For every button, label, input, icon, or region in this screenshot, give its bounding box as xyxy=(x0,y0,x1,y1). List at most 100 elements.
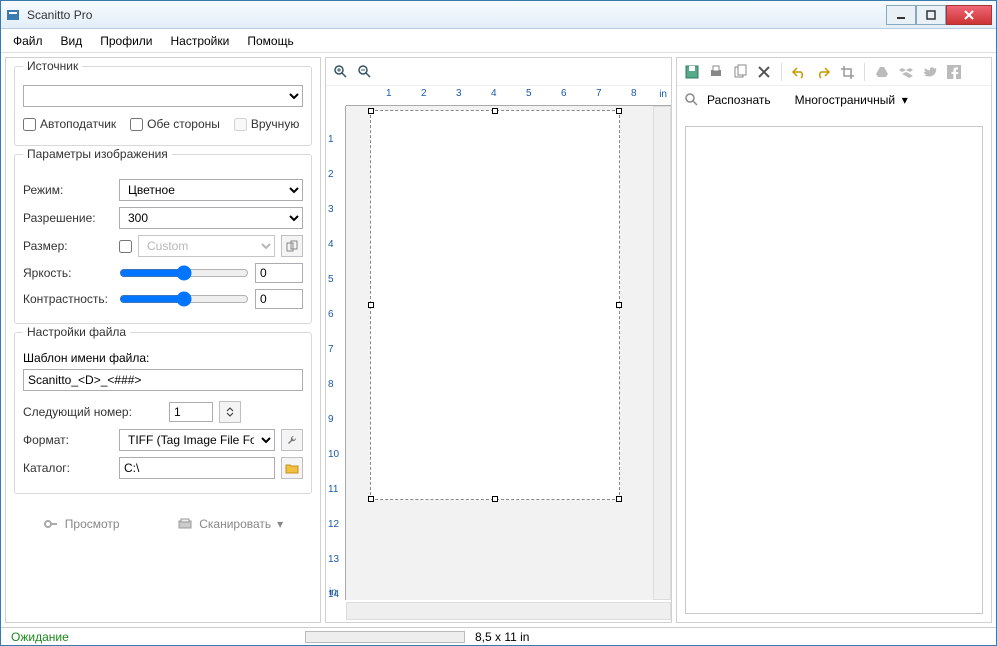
rotate-icon xyxy=(286,240,298,252)
print-icon xyxy=(708,64,724,80)
undo-icon xyxy=(791,65,807,79)
preview-toolbar xyxy=(326,58,671,86)
left-panel: Источник Автоподатчик Обе стороны Вручну… xyxy=(5,57,321,623)
menu-file[interactable]: Файл xyxy=(5,31,51,51)
gdrive-icon xyxy=(875,65,889,79)
zoom-out-button[interactable] xyxy=(356,63,374,81)
recognize-label[interactable]: Распознать xyxy=(707,93,771,107)
right-toolbar xyxy=(677,58,991,86)
format-select[interactable]: TIFF (Tag Image File Format) xyxy=(119,429,275,451)
format-settings-button[interactable] xyxy=(281,429,303,451)
status-bar: Ожидание 8,5 x 11 in xyxy=(1,627,996,646)
wrench-icon xyxy=(286,434,298,446)
image-group-title: Параметры изображения xyxy=(23,147,172,161)
zoom-in-button[interactable] xyxy=(332,63,350,81)
ruler-h-unit: in xyxy=(659,89,667,100)
resolution-label: Разрешение: xyxy=(23,211,113,225)
status-progress xyxy=(305,631,465,643)
zoom-in-icon xyxy=(333,64,349,80)
crop-icon xyxy=(840,65,854,79)
scanner-icon xyxy=(177,516,193,532)
twitter-icon xyxy=(923,65,937,79)
facebook-icon xyxy=(947,65,961,79)
brightness-slider[interactable] xyxy=(119,265,249,281)
mode-select[interactable]: Цветное xyxy=(119,179,303,201)
template-label: Шаблон имени файла: xyxy=(23,351,303,365)
app-icon xyxy=(5,7,21,23)
menu-settings[interactable]: Настройки xyxy=(163,31,238,51)
file-group: Настройки файла Шаблон имени файла: След… xyxy=(14,332,312,494)
scan-label: Сканировать xyxy=(199,517,271,531)
ruler-vertical: 1 2 3 4 5 6 7 8 9 10 11 12 13 14 in xyxy=(326,106,346,600)
preview-panel: 1 2 3 4 5 6 7 8 in 1 2 3 4 5 6 7 8 9 10 … xyxy=(325,57,672,623)
scan-button[interactable]: Сканировать ▾ xyxy=(167,512,293,536)
crop-button[interactable] xyxy=(838,63,856,81)
updown-icon xyxy=(224,406,236,418)
directory-label: Каталог: xyxy=(23,461,113,475)
title-bar: Scanitto Pro xyxy=(1,1,996,29)
window-title: Scanitto Pro xyxy=(27,8,92,22)
brightness-value[interactable] xyxy=(255,263,303,283)
maximize-button[interactable] xyxy=(916,5,946,25)
next-number-reset-button[interactable] xyxy=(219,401,241,423)
upload-twitter-button[interactable] xyxy=(921,63,939,81)
ruler-v-unit: in xyxy=(329,587,337,598)
save-icon xyxy=(684,64,700,80)
upload-gdrive-button[interactable] xyxy=(873,63,891,81)
directory-input[interactable] xyxy=(119,457,275,479)
print-button[interactable] xyxy=(707,63,725,81)
scrollbar-horizontal[interactable] xyxy=(346,602,671,620)
contrast-value[interactable] xyxy=(255,289,303,309)
copy-icon xyxy=(732,64,748,80)
duplex-checkbox[interactable] xyxy=(130,118,143,131)
directory-browse-button[interactable] xyxy=(281,457,303,479)
manual-checkbox xyxy=(234,118,247,131)
redo-button[interactable] xyxy=(814,63,832,81)
file-group-title: Настройки файла xyxy=(23,325,130,339)
minimize-button[interactable] xyxy=(886,5,916,25)
canvas[interactable] xyxy=(346,106,653,600)
delete-icon xyxy=(757,65,771,79)
multipage-dropdown[interactable]: Многостраничный ▾ xyxy=(795,93,908,107)
close-button[interactable] xyxy=(946,5,992,25)
preview-button[interactable]: Просмотр xyxy=(33,512,130,536)
brightness-label: Яркость: xyxy=(23,266,113,280)
source-select[interactable] xyxy=(23,85,303,107)
next-number-label: Следующий номер: xyxy=(23,405,163,419)
undo-button[interactable] xyxy=(790,63,808,81)
save-button[interactable] xyxy=(683,63,701,81)
copy-button[interactable] xyxy=(731,63,749,81)
size-label: Размер: xyxy=(23,239,113,253)
delete-button[interactable] xyxy=(755,63,773,81)
menu-profiles[interactable]: Профили xyxy=(92,31,160,51)
mode-label: Режим: xyxy=(23,183,113,197)
next-number-input[interactable] xyxy=(169,402,213,422)
duplex-label: Обе стороны xyxy=(147,117,220,131)
ocr-icon xyxy=(684,92,700,108)
adf-checkbox[interactable] xyxy=(23,118,36,131)
source-group-title: Источник xyxy=(23,59,82,73)
size-lock-checkbox[interactable] xyxy=(119,240,132,253)
key-icon xyxy=(43,516,59,532)
redo-icon xyxy=(815,65,831,79)
recognize-button[interactable] xyxy=(683,91,701,109)
scrollbar-vertical[interactable] xyxy=(653,106,671,600)
status-ready: Ожидание xyxy=(1,630,301,644)
menu-view[interactable]: Вид xyxy=(53,31,91,51)
upload-facebook-button[interactable] xyxy=(945,63,963,81)
contrast-slider[interactable] xyxy=(119,291,249,307)
resolution-select[interactable]: 300 xyxy=(119,207,303,229)
upload-dropbox-button[interactable] xyxy=(897,63,915,81)
right-panel: Распознать Многостраничный ▾ xyxy=(676,57,992,623)
folder-icon xyxy=(285,462,299,474)
preview-label: Просмотр xyxy=(65,517,120,531)
zoom-out-icon xyxy=(357,64,373,80)
template-input[interactable] xyxy=(23,369,303,391)
format-label: Формат: xyxy=(23,433,113,447)
menu-help[interactable]: Помощь xyxy=(239,31,301,51)
image-group: Параметры изображения Режим: Цветное Раз… xyxy=(14,154,312,324)
scan-selection[interactable] xyxy=(370,110,620,500)
size-rotate-button[interactable] xyxy=(281,235,303,257)
chevron-down-icon: ▾ xyxy=(277,517,283,531)
menu-bar: Файл Вид Профили Настройки Помощь xyxy=(1,29,996,53)
